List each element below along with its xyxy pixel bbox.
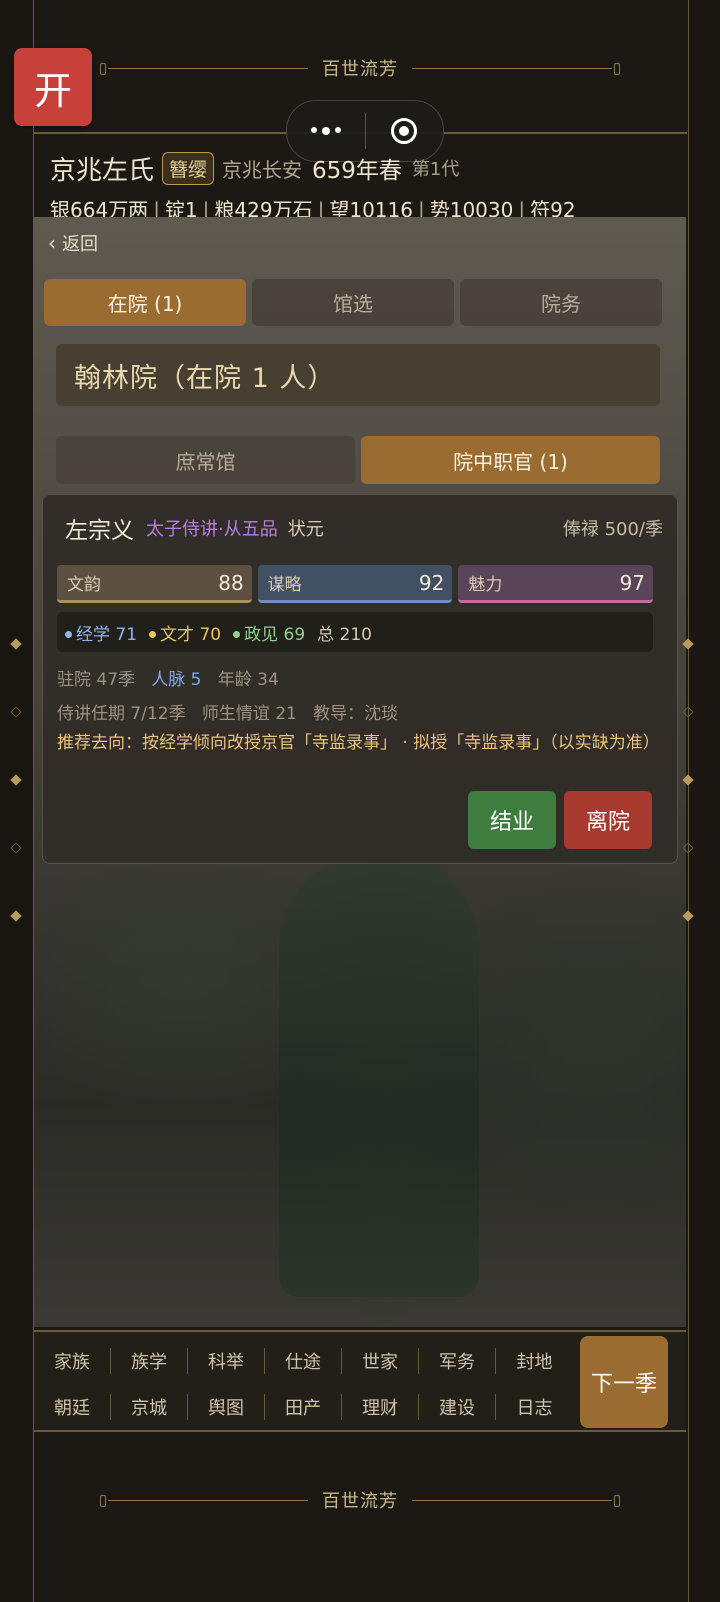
tab-shuchang[interactable]: 庶常馆	[56, 436, 355, 484]
stat-wenyun: 文韵 88	[57, 565, 252, 603]
nav-exam[interactable]: 科举	[188, 1348, 265, 1374]
official-name: 左宗义	[65, 518, 134, 544]
next-season-button[interactable]: 下一季	[580, 1336, 668, 1428]
stat-meili: 魅力 97	[458, 565, 654, 603]
stat-total: 总 210	[317, 624, 372, 645]
nav-estate[interactable]: 田产	[265, 1394, 342, 1420]
clan-name: 京兆左氏	[50, 155, 155, 186]
attribute-bars: 文韵 88 谋略 92 魅力 97	[57, 565, 654, 603]
banner-title-bottom: 百世流芳	[322, 1491, 398, 1512]
info-line-2: 侍讲任期 7/12季 师生情谊 21 教导：沈琰	[57, 699, 398, 724]
stat-wencai: 文才 70	[149, 620, 221, 645]
left-ornament	[10, 638, 22, 922]
top-banner: 百世流芳	[33, 53, 687, 83]
nav-fief[interactable]: 封地	[496, 1348, 573, 1374]
back-button[interactable]: ‹ 返回	[48, 230, 98, 256]
nav-log[interactable]: 日志	[496, 1394, 573, 1420]
nav-build[interactable]: 建设	[419, 1394, 496, 1420]
generation: 第1代	[411, 159, 460, 180]
official-honor: 状元	[287, 519, 324, 540]
graduate-button[interactable]: 结业	[468, 791, 556, 849]
more-icon	[310, 127, 341, 135]
nav-clan-school[interactable]: 族学	[111, 1348, 188, 1374]
nav-court[interactable]: 朝廷	[34, 1394, 111, 1420]
nav-map[interactable]: 舆图	[188, 1394, 265, 1420]
nav-noble-houses[interactable]: 世家	[342, 1348, 419, 1374]
official-card: 左宗义 太子侍讲·从五品 状元 俸禄 500/季 文韵 88 谋略 92 魅力 …	[42, 494, 678, 864]
nav-finance[interactable]: 理财	[342, 1394, 419, 1420]
scholar-stats: 经学 71 文才 70 政见 69 总 210	[57, 612, 653, 652]
nav-military[interactable]: 军务	[419, 1348, 496, 1374]
clan-place: 京兆长安	[222, 157, 303, 182]
mentor: 教导：沈琰	[313, 704, 399, 724]
teacher-bond: 师生情谊 21	[201, 704, 297, 724]
bottom-nav: 家族 族学 科举 仕途 世家 军务 封地 朝廷 京城 舆图 田产 理财 建设 日…	[34, 1330, 686, 1432]
stat-moulue: 谋略 92	[257, 565, 453, 603]
official-salary: 俸禄 500/季	[562, 519, 663, 540]
clan-header: 京兆左氏 簪缨 京兆长安 659年春 第1代 银664万两 | 锭1 | 粮429万石 |…	[50, 146, 670, 223]
age: 年龄 34	[217, 670, 279, 690]
recommendation: 推荐去向：按经学倾向改授京官「寺监录事」 · 拟授「寺监录事」（以实缺为准）	[57, 733, 660, 753]
institute-title: 翰林院（在院 1 人）	[56, 344, 660, 406]
official-title: 太子侍讲·从五品	[146, 519, 278, 540]
target-icon	[391, 118, 418, 144]
sub-tabs: 庶常馆 院中职官 (1)	[56, 436, 660, 484]
bottom-banner: 百世流芳	[33, 1485, 687, 1515]
network: 人脉 5	[151, 670, 202, 690]
banner-title: 百世流芳	[322, 59, 398, 80]
right-ornament	[682, 638, 694, 922]
current-year: 659年春	[312, 158, 402, 184]
leave-button[interactable]: 离院	[564, 791, 652, 849]
nav-career[interactable]: 仕途	[265, 1348, 342, 1374]
stat-jingxue: 经学 71	[65, 620, 137, 645]
back-label: 返回	[62, 234, 98, 255]
tab-affairs[interactable]: 院务	[460, 279, 662, 326]
info-line-1: 驻院 47季 人脉 5 年龄 34	[57, 665, 279, 690]
open-button[interactable]: 开	[14, 48, 92, 126]
scholar-figure	[279, 857, 479, 1297]
clan-badge: 簪缨	[162, 151, 215, 185]
tab-selection[interactable]: 馆选	[252, 279, 454, 326]
main-tabs: 在院 (1) 馆选 院务	[44, 279, 662, 326]
nav-capital[interactable]: 京城	[111, 1394, 188, 1420]
stat-zhengjian: 政见 69	[233, 620, 305, 645]
tab-in-residence[interactable]: 在院 (1)	[44, 279, 246, 326]
term: 侍讲任期 7/12季	[57, 704, 186, 724]
chevron-left-icon: ‹	[48, 231, 56, 255]
tab-officials[interactable]: 院中职官 (1)	[361, 436, 660, 484]
nav-family[interactable]: 家族	[34, 1348, 111, 1374]
stay-duration: 驻院 47季	[57, 670, 136, 690]
